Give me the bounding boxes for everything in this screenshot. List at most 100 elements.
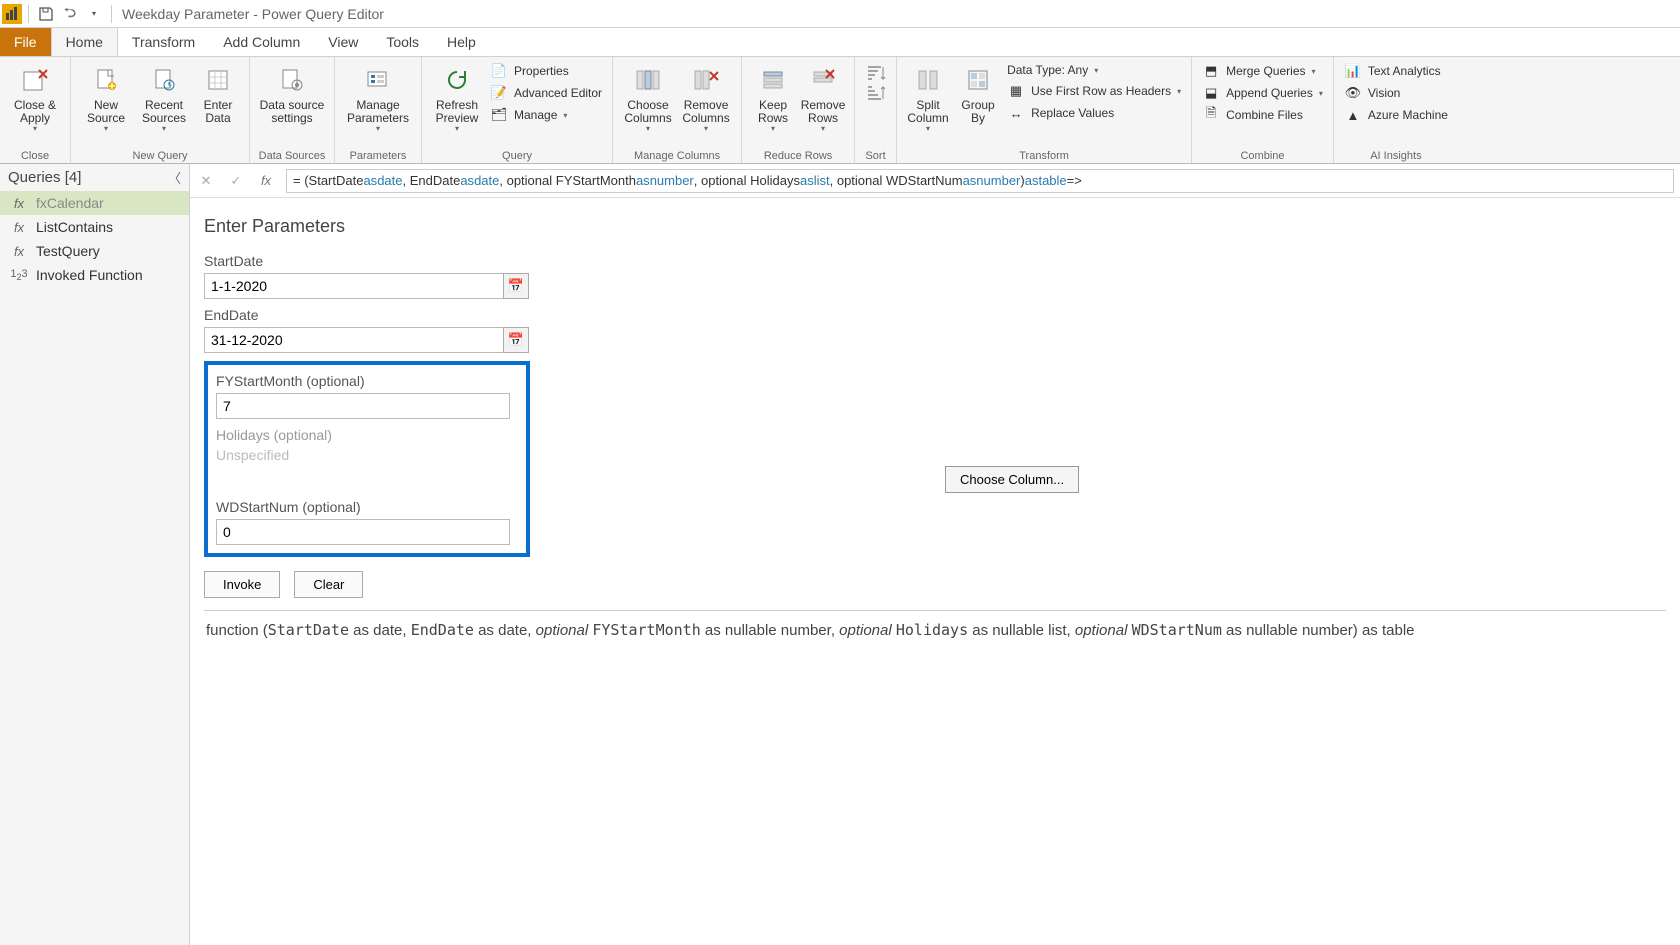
- keep-rows-button[interactable]: Keep Rows▾: [748, 59, 798, 138]
- split-column-button[interactable]: Split Column▾: [903, 59, 953, 138]
- close-apply-button[interactable]: Close & Apply ▾: [6, 59, 64, 138]
- queries-list: fxfxCalendar fxListContains fxTestQuery …: [0, 191, 189, 287]
- group-transform: Split Column▾ Group By Data Type: Any ▾ …: [897, 57, 1192, 163]
- tab-tools[interactable]: Tools: [372, 28, 433, 56]
- collapse-queries-icon[interactable]: 〈: [168, 168, 181, 187]
- fx-icon: fx: [10, 220, 28, 235]
- azure-ml-button[interactable]: ▲Azure Machine: [1340, 105, 1452, 125]
- data-source-settings-button[interactable]: Data source settings: [256, 59, 328, 129]
- window-title: Weekday Parameter - Power Query Editor: [122, 6, 384, 22]
- queries-pane: Queries [4] 〈 fxfxCalendar fxListContain…: [0, 164, 190, 945]
- group-combine: ⬒Merge Queries ▾ ⬓Append Queries ▾ 🗎Comb…: [1192, 57, 1334, 163]
- new-source-icon: [93, 63, 119, 97]
- query-item-invoked-function[interactable]: 123Invoked Function: [0, 263, 189, 287]
- clear-button[interactable]: Clear: [294, 571, 363, 598]
- first-row-headers-button[interactable]: ▦Use First Row as Headers ▾: [1003, 81, 1185, 101]
- vision-icon: 👁: [1344, 85, 1362, 101]
- enddate-picker-icon[interactable]: 📅: [503, 327, 529, 353]
- group-ai-insights: 📊Text Analytics 👁Vision ▲Azure Machine A…: [1334, 57, 1458, 163]
- data-source-settings-icon: [279, 63, 305, 97]
- merge-queries-button[interactable]: ⬒Merge Queries ▾: [1198, 61, 1327, 81]
- wdstartnum-label: WDStartNum (optional): [216, 499, 518, 515]
- formula-bar: ✕ ✓ fx = (StartDate as date, EndDate as …: [190, 164, 1680, 198]
- combine-files-button[interactable]: 🗎Combine Files: [1198, 105, 1327, 125]
- save-icon[interactable]: [35, 3, 57, 25]
- fx-icon: fx: [10, 244, 28, 259]
- recent-sources-button[interactable]: Recent Sources▾: [135, 59, 193, 138]
- tab-add-column[interactable]: Add Column: [209, 28, 314, 56]
- sort-desc-button[interactable]: [865, 85, 887, 103]
- highlighted-params: FYStartMonth (optional) Holidays (option…: [204, 361, 530, 557]
- commit-formula-icon[interactable]: ✓: [226, 170, 246, 192]
- formula-input[interactable]: = (StartDate as date, EndDate as date, o…: [286, 169, 1674, 193]
- tab-home[interactable]: Home: [51, 27, 118, 56]
- combine-files-icon: 🗎: [1202, 107, 1220, 123]
- holidays-input[interactable]: Unspecified: [216, 447, 510, 491]
- remove-rows-button[interactable]: Remove Rows▾: [798, 59, 848, 138]
- fystartmonth-label: FYStartMonth (optional): [216, 373, 518, 389]
- cancel-formula-icon[interactable]: ✕: [196, 170, 216, 192]
- fystartmonth-input[interactable]: [216, 393, 510, 419]
- param-fystartmonth: FYStartMonth (optional): [216, 373, 518, 419]
- group-by-button[interactable]: Group By: [953, 59, 1003, 129]
- group-new-query: New Source▾ Recent Sources▾ Enter Data N…: [71, 57, 250, 163]
- tab-help[interactable]: Help: [433, 28, 490, 56]
- remove-rows-icon: [811, 63, 835, 97]
- function-signature: function (StartDate as date, EndDate as …: [204, 610, 1666, 639]
- tab-view[interactable]: View: [314, 28, 372, 56]
- choose-columns-button[interactable]: Choose Columns▾: [619, 59, 677, 138]
- properties-button[interactable]: 📄Properties: [486, 61, 606, 81]
- text-analytics-button[interactable]: 📊Text Analytics: [1340, 61, 1452, 81]
- holidays-label: Holidays (optional): [216, 427, 518, 443]
- group-reduce-rows: Keep Rows▾ Remove Rows▾ Reduce Rows: [742, 57, 855, 163]
- remove-columns-button[interactable]: Remove Columns▾: [677, 59, 735, 138]
- sort-asc-button[interactable]: [865, 65, 887, 83]
- refresh-preview-button[interactable]: Refresh Preview▾: [428, 59, 486, 138]
- tab-transform[interactable]: Transform: [118, 28, 209, 56]
- group-query: Refresh Preview▾ 📄Properties 📝Advanced E…: [422, 57, 613, 163]
- replace-icon: ↔: [1007, 105, 1025, 121]
- wdstartnum-input[interactable]: [216, 519, 510, 545]
- quick-access-toolbar: ▾: [2, 3, 116, 25]
- query-item-fxcalendar[interactable]: fxfxCalendar: [0, 191, 189, 215]
- recent-sources-icon: [151, 63, 177, 97]
- undo-icon[interactable]: [59, 3, 81, 25]
- split-column-icon: [916, 63, 940, 97]
- fx-button-icon[interactable]: fx: [256, 170, 276, 192]
- group-by-icon: [966, 63, 990, 97]
- invoke-button[interactable]: Invoke: [204, 571, 280, 598]
- tab-file[interactable]: File: [0, 28, 51, 56]
- replace-values-button[interactable]: ↔Replace Values: [1003, 103, 1185, 123]
- manage-button[interactable]: 🗂Manage ▾: [486, 105, 606, 125]
- number-icon: 123: [10, 268, 28, 282]
- data-type-button[interactable]: Data Type: Any ▾: [1003, 61, 1185, 79]
- group-close: Close & Apply ▾ Close: [0, 57, 71, 163]
- enter-data-button[interactable]: Enter Data: [193, 59, 243, 129]
- param-enddate: EndDate 📅: [204, 307, 1666, 353]
- advanced-editor-button[interactable]: 📝Advanced Editor: [486, 83, 606, 103]
- manage-parameters-icon: [365, 63, 391, 97]
- fx-icon: fx: [10, 196, 28, 211]
- remove-columns-icon: [693, 63, 719, 97]
- choose-column-button[interactable]: Choose Column...: [945, 466, 1079, 493]
- param-wdstartnum: WDStartNum (optional): [216, 499, 518, 545]
- refresh-icon: [445, 63, 469, 97]
- workspace: Queries [4] 〈 fxfxCalendar fxListContain…: [0, 164, 1680, 945]
- append-queries-button[interactable]: ⬓Append Queries ▾: [1198, 83, 1327, 103]
- keep-rows-icon: [761, 63, 785, 97]
- headers-icon: ▦: [1007, 83, 1025, 99]
- text-analytics-icon: 📊: [1344, 63, 1362, 79]
- choose-columns-icon: [635, 63, 661, 97]
- startdate-input[interactable]: [204, 273, 504, 299]
- startdate-picker-icon[interactable]: 📅: [503, 273, 529, 299]
- group-manage-columns: Choose Columns▾ Remove Columns▾ Manage C…: [613, 57, 742, 163]
- new-source-button[interactable]: New Source▾: [77, 59, 135, 138]
- azure-ml-icon: ▲: [1344, 107, 1362, 123]
- query-item-testquery[interactable]: fxTestQuery: [0, 239, 189, 263]
- manage-parameters-button[interactable]: Manage Parameters▾: [341, 59, 415, 138]
- param-startdate: StartDate 📅: [204, 253, 1666, 299]
- vision-button[interactable]: 👁Vision: [1340, 83, 1452, 103]
- query-item-listcontains[interactable]: fxListContains: [0, 215, 189, 239]
- qat-dropdown-icon[interactable]: ▾: [83, 3, 105, 25]
- enddate-input[interactable]: [204, 327, 504, 353]
